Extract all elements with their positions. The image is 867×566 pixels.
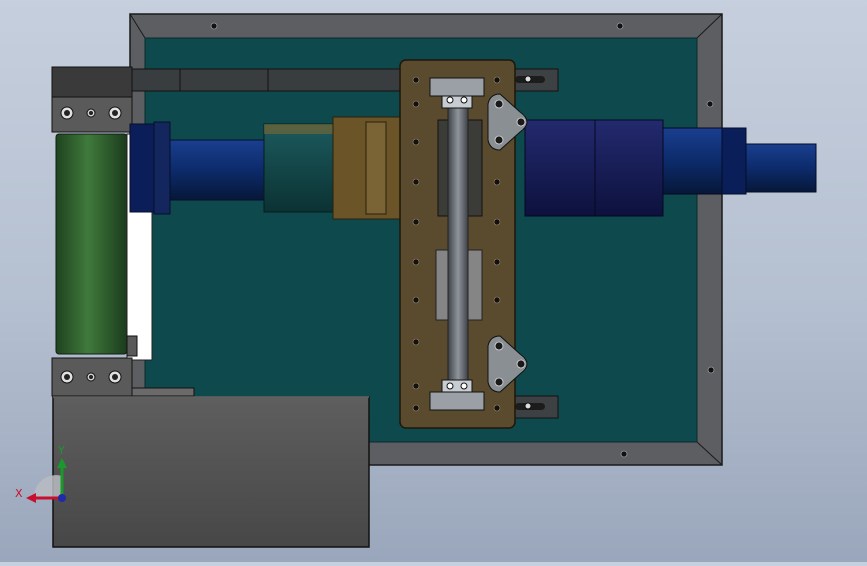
triad-y-label: Y (57, 444, 65, 457)
roller-bracket-top[interactable] (51, 66, 133, 133)
coupling[interactable] (263, 116, 404, 220)
triad-x-label: X (15, 487, 23, 500)
cad-viewport[interactable]: Y X (0, 0, 867, 562)
linear-rod[interactable] (447, 95, 469, 387)
motor-shaft[interactable] (721, 127, 817, 195)
gearbox-block[interactable] (52, 396, 370, 548)
